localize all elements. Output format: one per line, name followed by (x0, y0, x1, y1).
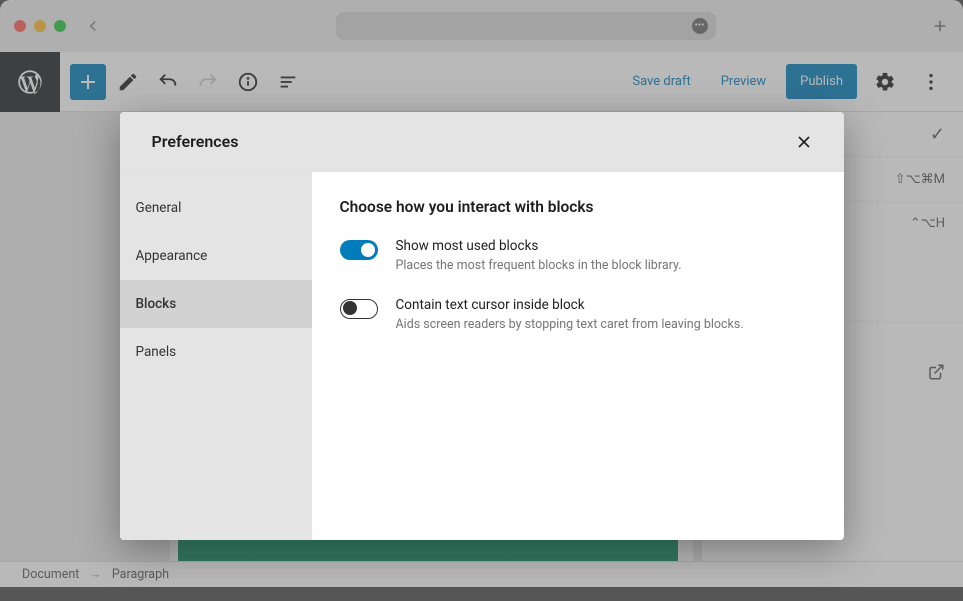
nav-label: General (136, 200, 182, 216)
modal-title: Preferences (152, 132, 239, 151)
setting-contain-cursor: Contain text cursor inside block Aids sc… (340, 297, 816, 334)
setting-text: Contain text cursor inside block Aids sc… (396, 297, 744, 334)
nav-item-panels[interactable]: Panels (120, 328, 312, 376)
preferences-modal: Preferences General Appearance Blocks Pa… (120, 112, 844, 540)
setting-show-most-used-blocks: Show most used blocks Places the most fr… (340, 238, 816, 275)
setting-label: Contain text cursor inside block (396, 297, 744, 313)
nav-label: Blocks (136, 296, 177, 312)
toggle-show-most-used-blocks[interactable] (340, 240, 378, 260)
setting-description: Aids screen readers by stopping text car… (396, 316, 744, 334)
setting-label: Show most used blocks (396, 238, 682, 254)
modal-header: Preferences (120, 112, 844, 172)
setting-description: Places the most frequent blocks in the b… (396, 257, 682, 275)
nav-item-appearance[interactable]: Appearance (120, 232, 312, 280)
nav-label: Panels (136, 344, 177, 360)
toggle-knob (343, 301, 357, 315)
toggle-knob (361, 243, 375, 257)
section-heading: Choose how you interact with blocks (340, 198, 816, 216)
setting-text: Show most used blocks Places the most fr… (396, 238, 682, 275)
toggle-contain-cursor[interactable] (340, 299, 378, 319)
modal-nav: General Appearance Blocks Panels (120, 172, 312, 540)
modal-content: Choose how you interact with blocks Show… (312, 172, 844, 540)
modal-close-button[interactable] (788, 126, 820, 158)
nav-item-blocks[interactable]: Blocks (120, 280, 312, 328)
nav-label: Appearance (136, 248, 208, 264)
nav-item-general[interactable]: General (120, 184, 312, 232)
